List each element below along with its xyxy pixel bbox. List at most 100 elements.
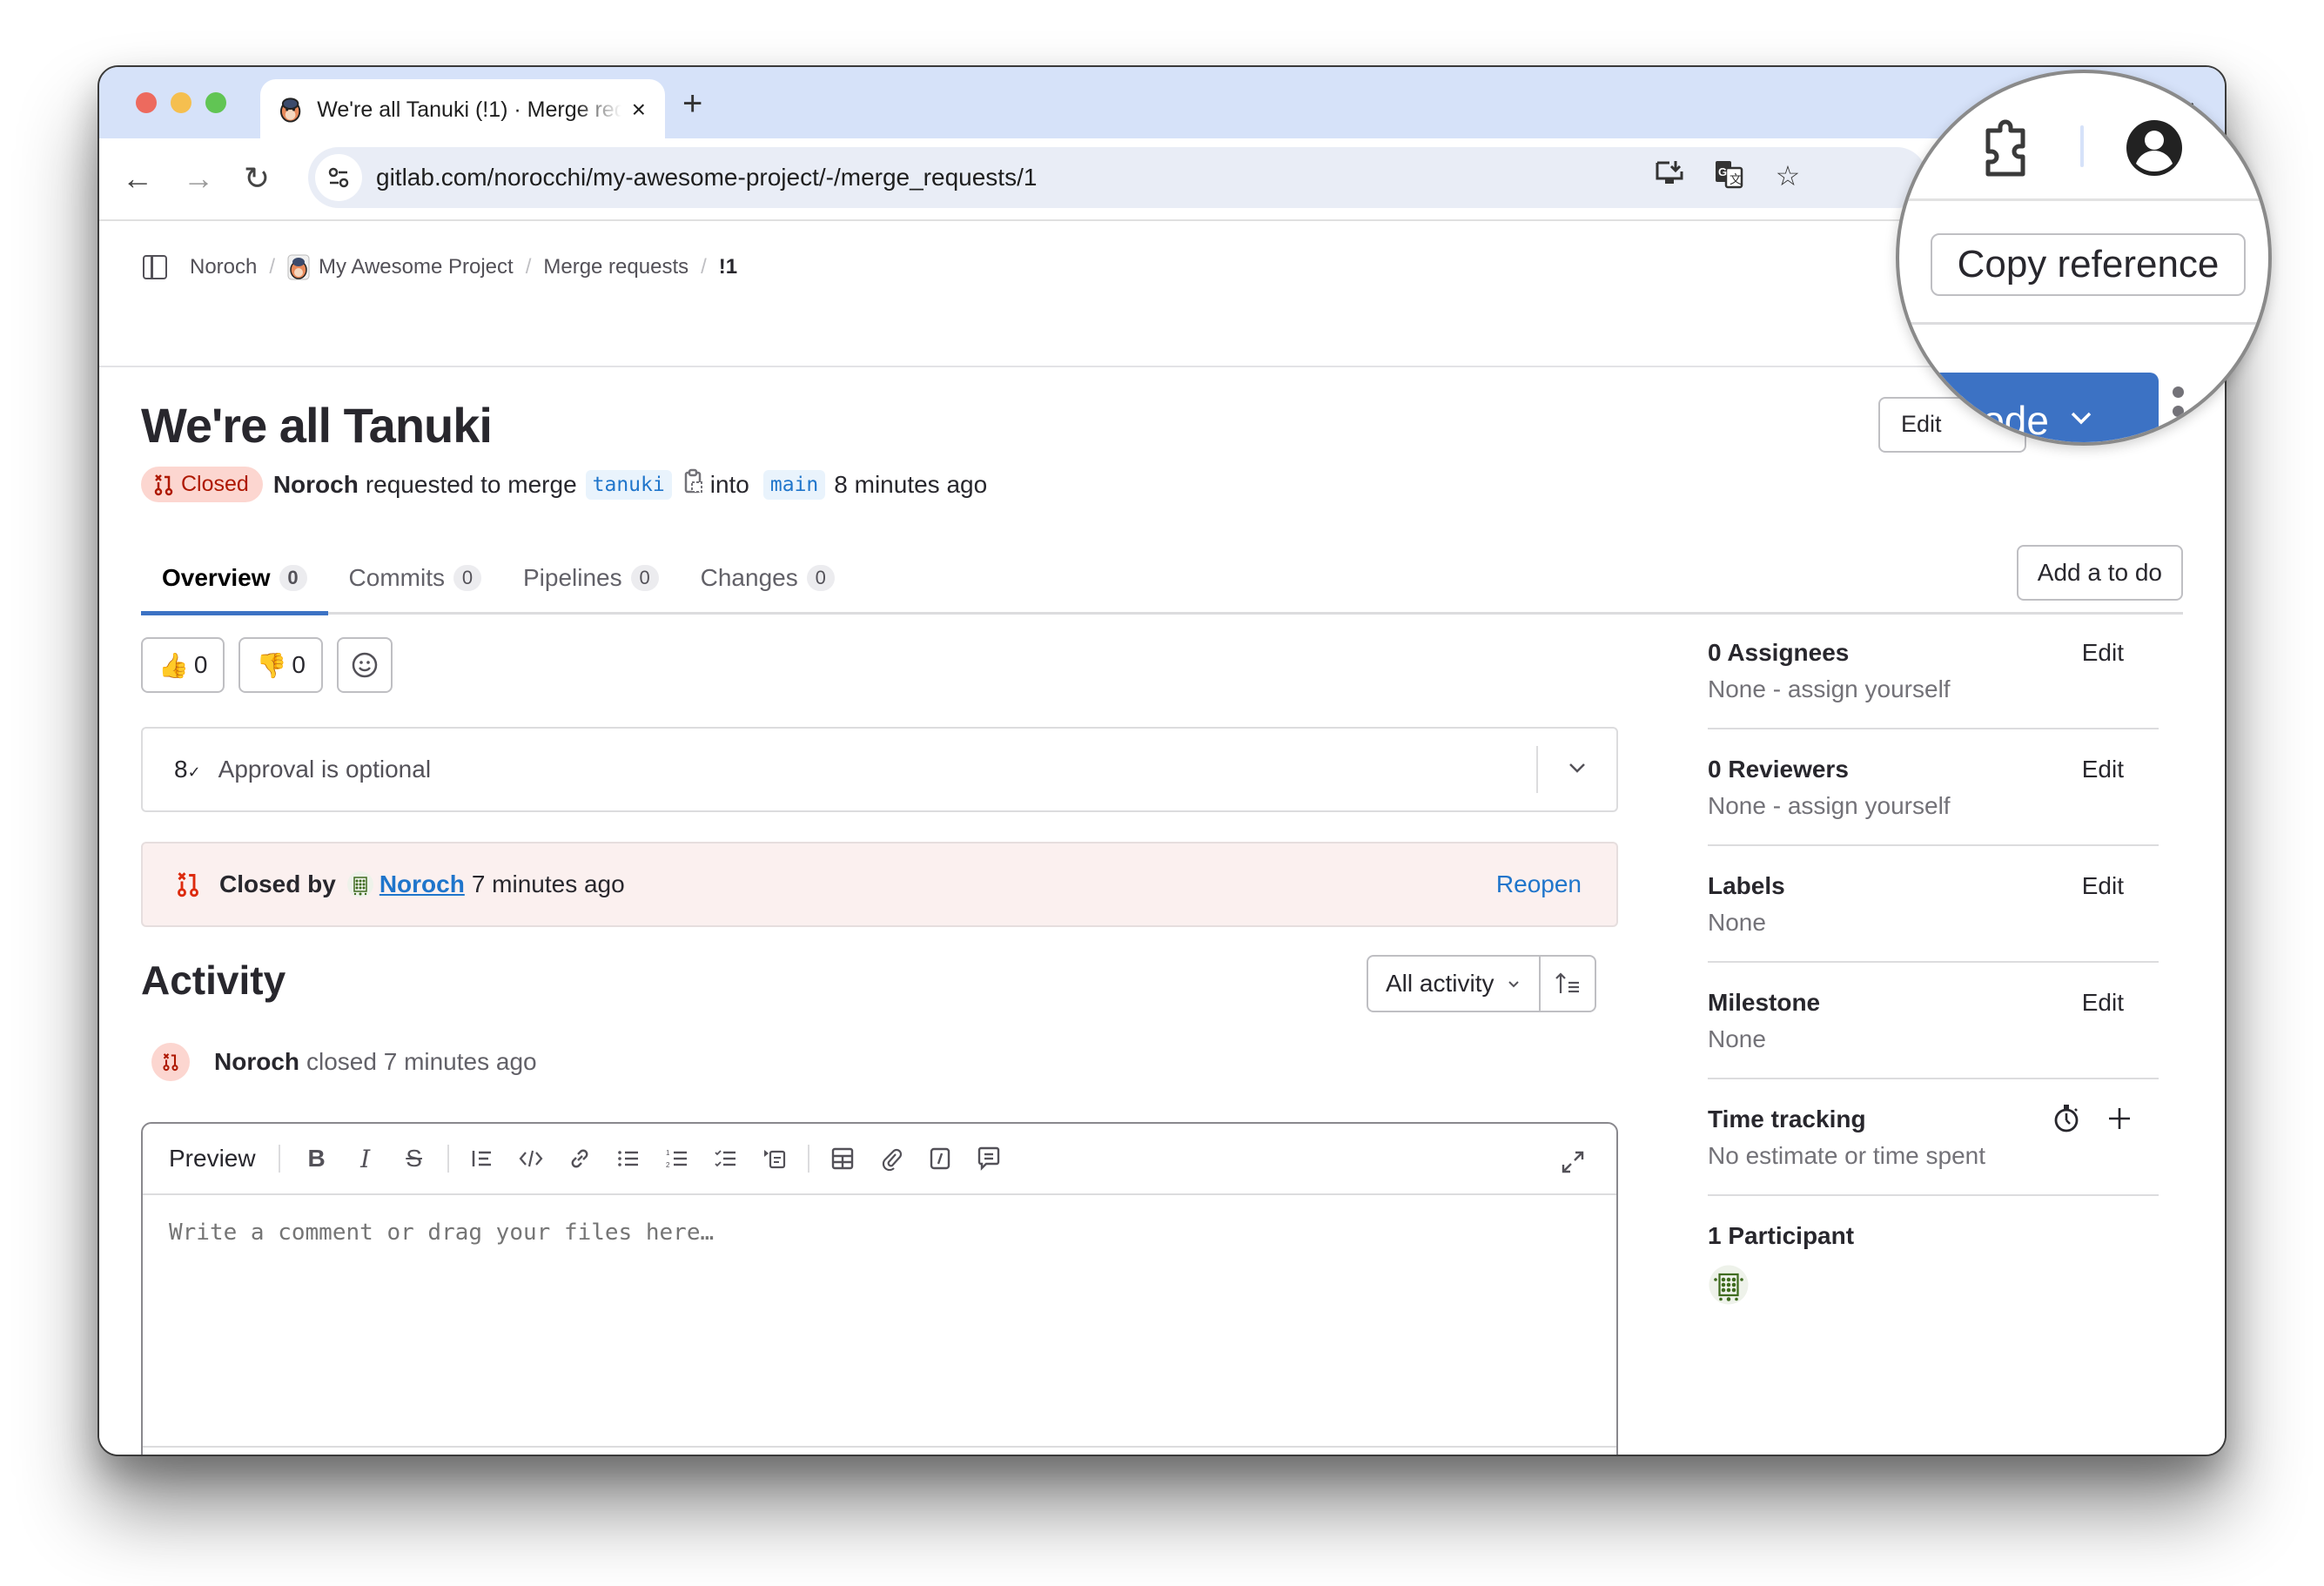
quote-icon[interactable] — [458, 1134, 507, 1183]
sort-direction-button[interactable] — [1541, 957, 1595, 1011]
tab-overview[interactable]: Overview 0 — [141, 543, 328, 615]
expand-approval-chevron-icon[interactable] — [1564, 755, 1590, 787]
tab-count: 0 — [279, 565, 307, 591]
install-app-icon[interactable] — [1652, 159, 1687, 196]
activity-heading: Activity — [141, 958, 286, 1003]
tab-label: Changes — [700, 564, 798, 591]
assign-yourself-link[interactable]: None - assign yourself — [1708, 675, 2159, 703]
thumbs-down-icon: 👎 — [256, 651, 287, 679]
close-tab-icon[interactable]: × — [632, 96, 646, 124]
address-bar[interactable]: gitlab.com/norocchi/my-awesome-project/-… — [308, 147, 1927, 208]
user-avatar — [346, 871, 373, 897]
approval-icon: 8✓ — [174, 756, 201, 783]
closed-by-user-link[interactable]: Noroch — [379, 870, 465, 898]
breadcrumb-item-merge-requests[interactable]: Merge requests — [543, 255, 688, 279]
edit-assignees-button[interactable]: Edit — [2082, 639, 2124, 667]
comment-textarea[interactable] — [169, 1220, 1588, 1437]
add-reaction-button[interactable] — [336, 637, 393, 693]
bookmark-star-icon[interactable]: ☆ — [1770, 159, 1805, 196]
forward-arrow-icon[interactable]: → — [183, 161, 214, 196]
merge-request-closed-icon — [178, 872, 198, 897]
approval-text: Approval is optional — [218, 756, 432, 783]
reopen-button[interactable]: Reopen — [1496, 870, 1582, 898]
link-icon[interactable] — [555, 1134, 604, 1183]
created-time: 8 minutes ago — [834, 470, 988, 498]
browser-tab-active[interactable]: We're all Tanuki (!1) · Merge requests × — [260, 79, 665, 140]
approval-widget: 8✓ Approval is optional — [141, 727, 1618, 812]
extensions-puzzle-icon[interactable] — [1983, 118, 2035, 178]
breadcrumb-separator: / — [701, 255, 707, 279]
sidebar-time-tracking: Time tracking No estimate or time spent — [1708, 1079, 2159, 1196]
more-actions-kebab-icon[interactable] — [2173, 386, 2186, 442]
mr-author[interactable]: Noroch — [273, 471, 359, 499]
target-branch[interactable]: main — [762, 469, 826, 500]
new-tab-button[interactable]: + — [682, 86, 702, 121]
attach-file-icon[interactable] — [867, 1134, 916, 1183]
breadcrumb-item-group[interactable]: Noroch — [190, 255, 257, 279]
sidebar-section-value: None — [1708, 1025, 1766, 1052]
copy-branch-icon[interactable] — [684, 468, 703, 501]
edit-milestone-button[interactable]: Edit — [2082, 989, 2124, 1017]
sidebar-toggle-icon[interactable] — [143, 255, 167, 279]
tab-pipelines[interactable]: Pipelines 0 — [502, 543, 680, 613]
closed-time: 7 minutes ago — [471, 870, 625, 897]
collapsible-section-icon[interactable] — [750, 1134, 799, 1183]
italic-icon[interactable]: I — [341, 1134, 390, 1183]
breadcrumb-item-project[interactable]: My Awesome Project — [319, 255, 514, 279]
minimize-window-button[interactable] — [171, 92, 191, 113]
bulleted-list-icon[interactable] — [604, 1134, 653, 1183]
thumbs-up-button[interactable]: 👍 0 — [141, 637, 225, 693]
closed-status-widget: Closed by Noroch 7 minutes ago Reopen — [141, 842, 1618, 927]
merge-request-closed-icon — [154, 474, 173, 495]
comment-suggestion-icon[interactable] — [964, 1134, 1013, 1183]
fullscreen-expand-icon[interactable] — [1548, 1138, 1597, 1186]
slash-commands-icon[interactable] — [916, 1134, 964, 1183]
translate-icon[interactable]: G文 — [1711, 159, 1746, 196]
url-text[interactable]: gitlab.com/norocchi/my-awesome-project/-… — [376, 164, 1037, 192]
toolbar-divider — [807, 1145, 809, 1173]
maximize-window-button[interactable] — [205, 92, 226, 113]
activity-filter-dropdown[interactable]: All activity — [1368, 957, 1541, 1011]
preview-button[interactable]: Preview — [169, 1145, 280, 1173]
back-arrow-icon[interactable]: ← — [122, 161, 153, 196]
approval-divider — [1536, 746, 1538, 793]
numbered-list-icon[interactable]: 12 — [653, 1134, 702, 1183]
code-icon[interactable] — [507, 1134, 555, 1183]
smiley-icon — [352, 652, 378, 678]
add-time-plus-icon[interactable] — [2106, 1105, 2133, 1136]
tab-title: We're all Tanuki (!1) · Merge requests — [317, 97, 621, 122]
award-emoji-bar: 👍 0 👎 0 — [141, 637, 393, 693]
tab-strip: We're all Tanuki (!1) · Merge requests ×… — [99, 67, 2225, 140]
assign-yourself-link[interactable]: None - assign yourself — [1708, 792, 2159, 820]
thumbs-down-button[interactable]: 👎 0 — [238, 637, 323, 693]
tab-count: 0 — [806, 565, 835, 591]
code-dropdown-button[interactable]: Code — [1924, 373, 2159, 442]
site-info-icon[interactable] — [315, 154, 362, 201]
url-host: gitlab.com — [376, 164, 487, 191]
edit-reviewers-button[interactable]: Edit — [2082, 756, 2124, 783]
edit-labels-button[interactable]: Edit — [2082, 872, 2124, 900]
participant-avatar[interactable] — [1708, 1264, 1750, 1306]
profile-avatar-icon[interactable] — [2124, 117, 2185, 179]
tab-count: 0 — [630, 565, 659, 591]
breadcrumb-separator: / — [269, 255, 276, 279]
source-branch[interactable]: tanuki — [585, 469, 672, 500]
copy-reference-button[interactable]: Copy reference — [1931, 233, 2246, 296]
reload-icon[interactable]: ↻ — [244, 161, 270, 196]
table-icon[interactable] — [818, 1134, 867, 1183]
tab-changes[interactable]: Changes 0 — [680, 543, 856, 613]
strikethrough-icon[interactable]: S — [390, 1134, 439, 1183]
tab-commits[interactable]: Commits 0 — [328, 543, 502, 613]
add-todo-button[interactable]: Add a to do — [2016, 545, 2183, 601]
sidebar-participants: 1 Participant — [1708, 1196, 2159, 1334]
stopwatch-icon[interactable] — [2052, 1104, 2080, 1138]
task-list-icon[interactable] — [702, 1134, 750, 1183]
timeline-text: closed 7 minutes ago — [306, 1048, 537, 1075]
sidebar-section-value: None — [1708, 909, 1766, 936]
breadcrumb-item-current[interactable]: !1 — [719, 255, 737, 279]
bold-icon[interactable]: B — [292, 1134, 341, 1183]
timeline-author[interactable]: Noroch — [214, 1048, 299, 1076]
close-window-button[interactable] — [136, 92, 157, 113]
header-divider — [1899, 322, 2268, 325]
gitlab-page: Noroch / My Awesome Project / Merge requ… — [99, 221, 2225, 1455]
